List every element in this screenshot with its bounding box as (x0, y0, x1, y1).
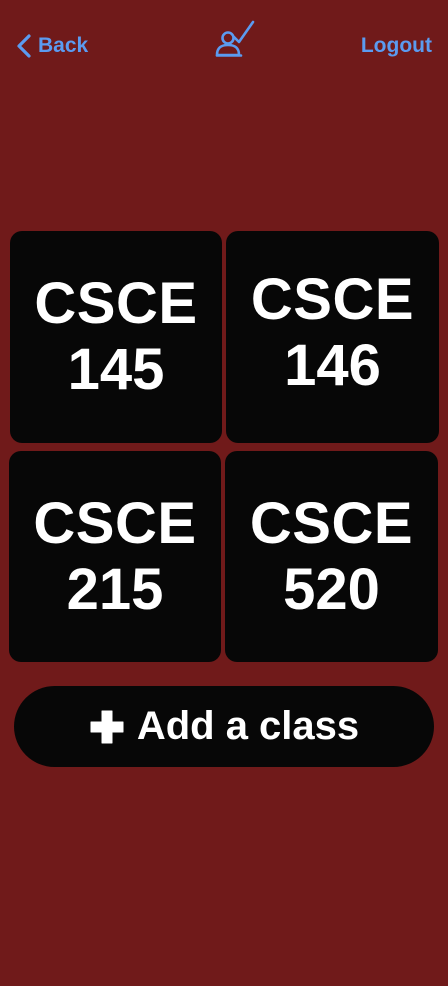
attendance-check-icon (215, 20, 255, 57)
class-code: CSCE (249, 490, 414, 556)
class-tile-3[interactable]: CSCE 215 (9, 451, 221, 662)
plus-icon (90, 710, 124, 743)
class-number: 145 (67, 337, 165, 402)
class-tile-1[interactable]: CSCE 145 (10, 231, 222, 443)
class-number: 146 (284, 333, 381, 398)
class-code: CSCE (33, 490, 197, 556)
back-button[interactable]: Back (14, 30, 88, 62)
class-tile-4[interactable]: CSCE 520 (225, 451, 438, 662)
chevron-left-icon (17, 34, 31, 58)
class-code: CSCE (34, 271, 198, 336)
class-number: 215 (66, 556, 164, 622)
logout-button[interactable]: Logout (361, 34, 432, 58)
add-class-label: Add a class (136, 704, 360, 748)
top-nav-bar: Back Logout (0, 0, 448, 92)
add-class-button[interactable]: Add a class (14, 686, 434, 767)
class-tile-2[interactable]: CSCE 146 (226, 231, 439, 443)
back-label: Back (38, 34, 89, 57)
class-number: 520 (283, 556, 380, 622)
class-code: CSCE (250, 267, 415, 332)
